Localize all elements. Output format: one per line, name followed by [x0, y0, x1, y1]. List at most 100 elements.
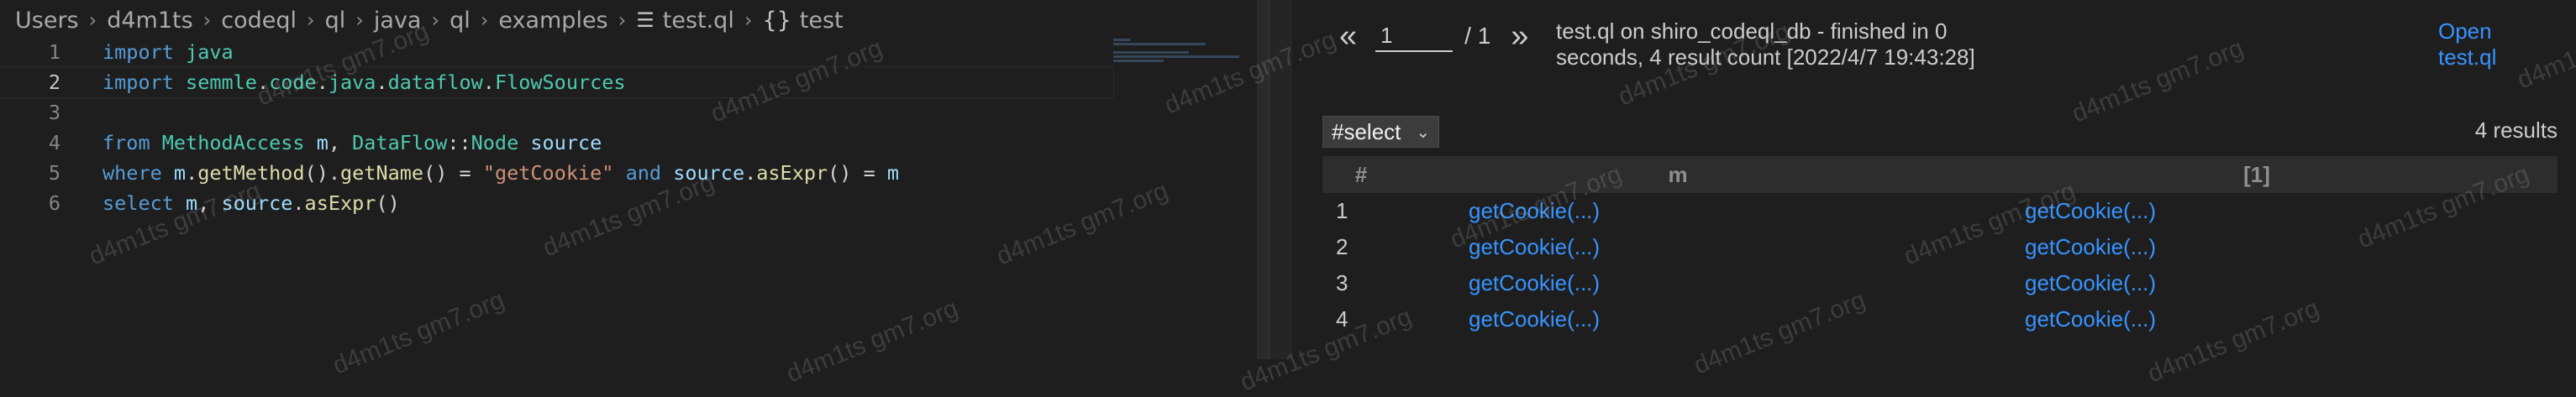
breadcrumb-symbol[interactable]: test: [800, 8, 844, 34]
braces-icon: {}: [762, 7, 791, 34]
code-line[interactable]: 2 import semmle.code.java.dataflow.FlowSo…: [0, 66, 1114, 98]
breadcrumb-item[interactable]: codeql: [221, 8, 297, 34]
code-token: ::: [447, 131, 471, 154]
code-token: import: [103, 40, 174, 64]
code-token: select: [103, 191, 174, 215]
code-line[interactable]: 1 import java: [0, 37, 1113, 67]
editor-scrollbar[interactable]: [1257, 0, 1269, 359]
code-token: Node: [471, 131, 519, 154]
code-token: and: [625, 161, 662, 185]
next-page-button[interactable]: »: [1511, 20, 1528, 52]
breadcrumb-file[interactable]: test.ql: [663, 8, 734, 34]
breadcrumb-item[interactable]: Users: [15, 8, 79, 34]
code-token: () =: [423, 161, 483, 185]
code-line[interactable]: 3: [0, 97, 1113, 128]
breadcrumb-item[interactable]: java: [374, 8, 422, 34]
column-header-1[interactable]: [1]: [1956, 156, 2558, 193]
table-row: 1 getCookie(...) getCookie(...): [1322, 193, 2558, 229]
code-token: ,: [197, 191, 222, 215]
breadcrumb-item[interactable]: examples: [498, 8, 607, 34]
row-index: 2: [1336, 234, 1348, 259]
code-line[interactable]: 6 select m, source.asExpr(): [0, 188, 1113, 218]
result-link-m[interactable]: getCookie(...): [1469, 234, 1600, 259]
result-link-1[interactable]: getCookie(...): [2025, 234, 2156, 259]
code-token: FlowSources: [494, 71, 626, 94]
result-link-m[interactable]: getCookie(...): [1469, 306, 1600, 332]
result-count: 4 results: [2474, 118, 2558, 143]
code-token: import: [103, 71, 174, 94]
chevron-right-icon: ›: [744, 8, 753, 32]
result-link-m[interactable]: getCookie(...): [1469, 270, 1600, 295]
pagination: « / 1 »: [1339, 20, 1528, 52]
code-token: "getCookie": [482, 161, 614, 185]
pane-splitter[interactable]: [1269, 0, 1293, 359]
query-results-panel: « / 1 » test.ql on shiro_codeql_db - fin…: [1292, 0, 2576, 359]
line-number: 5: [48, 161, 60, 185]
table-cell: getCookie(...): [1956, 229, 2558, 265]
column-header-index[interactable]: #: [1322, 156, 1400, 193]
line-text: import java: [103, 37, 234, 67]
table-cell: 2: [1322, 229, 1400, 265]
code-token: source: [673, 161, 745, 185]
table-cell: 4: [1322, 301, 1400, 337]
code-token: asExpr: [304, 191, 376, 215]
result-link-1[interactable]: getCookie(...): [2025, 198, 2156, 223]
line-number: 3: [48, 101, 60, 124]
code-token: MethodAccess: [161, 131, 305, 154]
code-token: semmle: [186, 71, 257, 94]
minimap[interactable]: [1113, 37, 1248, 87]
line-number: 1: [48, 40, 60, 64]
code-token: ().: [304, 161, 341, 185]
page-total: / 1: [1464, 23, 1491, 49]
page-number-input[interactable]: [1375, 20, 1454, 52]
row-index: 3: [1336, 270, 1348, 295]
chevron-right-icon: ›: [618, 8, 627, 32]
code-token: m: [886, 161, 900, 185]
code-token: m: [316, 131, 329, 154]
line-number: 6: [48, 191, 60, 215]
breadcrumb: Users › d4m1ts › codeql › ql › java › ql › exa…: [15, 5, 844, 35]
breadcrumb-item[interactable]: ql: [325, 8, 346, 34]
result-set-select[interactable]: #select ⌄: [1322, 116, 1440, 148]
code-token: () =: [828, 161, 887, 185]
table-row: 4 getCookie(...) getCookie(...): [1322, 301, 2558, 337]
code-token: .: [292, 191, 305, 215]
code-token: java: [186, 40, 234, 64]
code-token: m: [173, 161, 187, 185]
prev-page-button[interactable]: «: [1339, 20, 1357, 52]
results-table: # m [1] 1 getCookie(...) getCookie(...) 2 ge…: [1322, 156, 2558, 337]
code-line[interactable]: 5 where m.getMethod().getName() = "getCoo…: [0, 158, 1113, 188]
code-line[interactable]: 4 from MethodAccess m, DataFlow::Node sou…: [0, 128, 1113, 158]
open-query-link[interactable]: Open test.ql: [2438, 18, 2539, 71]
table-cell: getCookie(...): [1956, 301, 2558, 337]
code-area[interactable]: 1 import java 2 import semmle.code.java.dat…: [0, 37, 1114, 218]
code-token: DataFlow: [352, 131, 448, 154]
breadcrumb-item[interactable]: ql: [449, 8, 471, 34]
table-header-row: # m [1]: [1322, 156, 2558, 193]
chevron-right-icon: ›: [355, 8, 364, 32]
code-token: code: [269, 71, 317, 94]
chevron-right-icon: ›: [202, 8, 212, 32]
line-number: 4: [48, 131, 60, 154]
code-editor[interactable]: Users › d4m1ts › codeql › ql › java › ql › exa…: [0, 0, 1269, 359]
code-token: source: [530, 131, 602, 154]
row-index: 4: [1336, 306, 1348, 332]
result-link-m[interactable]: getCookie(...): [1469, 198, 1600, 223]
result-link-1[interactable]: getCookie(...): [2025, 270, 2156, 295]
table-cell: getCookie(...): [1956, 265, 2558, 301]
breadcrumb-item[interactable]: d4m1ts: [107, 8, 192, 34]
column-header-m[interactable]: m: [1400, 156, 1956, 193]
code-token: .: [316, 71, 329, 94]
code-token: .: [256, 71, 270, 94]
code-token: from: [103, 131, 150, 154]
code-token: .: [744, 161, 757, 185]
table-cell: getCookie(...): [1956, 193, 2558, 229]
result-link-1[interactable]: getCookie(...): [2025, 306, 2156, 332]
line-text: import semmle.code.java.dataflow.FlowSou…: [103, 67, 626, 97]
